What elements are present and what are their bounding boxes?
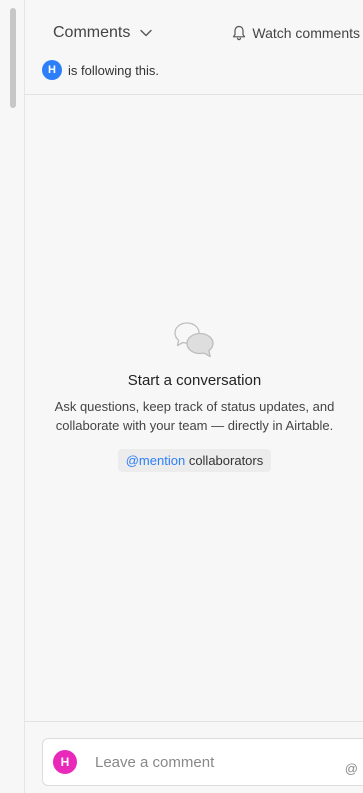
empty-state: Start a conversation Ask questions, keep… — [25, 320, 363, 472]
avatar[interactable]: H — [42, 60, 62, 80]
comments-header: Comments Watch comments H is following t… — [25, 0, 363, 95]
comment-input[interactable] — [93, 752, 293, 772]
comments-dropdown[interactable]: Comments — [53, 24, 153, 42]
scrollbar-thumb[interactable] — [10, 8, 16, 108]
comment-box[interactable]: H @ — [42, 738, 363, 786]
mention-collaborators-chip[interactable]: @mention collaborators — [117, 449, 272, 472]
mention-at-icon[interactable]: @ — [345, 761, 358, 776]
comments-panel: Comments Watch comments H is following t… — [24, 0, 363, 793]
chevron-down-icon — [140, 29, 153, 37]
empty-state-title: Start a conversation — [127, 372, 262, 389]
watch-comments-button[interactable]: Watch comments — [232, 25, 360, 41]
watch-comments-label: Watch comments — [252, 25, 360, 41]
chat-bubbles-icon — [173, 322, 214, 358]
empty-state-desc-line: collaborate with your team — directly in… — [55, 418, 334, 433]
mention-label: @mention — [125, 453, 186, 468]
empty-state-description: Ask questions, keep track of status upda… — [25, 397, 363, 435]
mention-suffix: collaborators — [188, 453, 264, 468]
bell-icon — [233, 25, 246, 41]
comment-composer: H @ — [25, 721, 363, 793]
empty-state-desc-line: Ask questions, keep track of status upda… — [54, 399, 335, 414]
avatar: H — [53, 750, 77, 774]
following-text: is following this. — [68, 62, 160, 78]
scrollbar-track[interactable] — [0, 0, 24, 793]
comments-title: Comments — [53, 24, 131, 41]
follower-line: H is following this. — [42, 60, 159, 80]
